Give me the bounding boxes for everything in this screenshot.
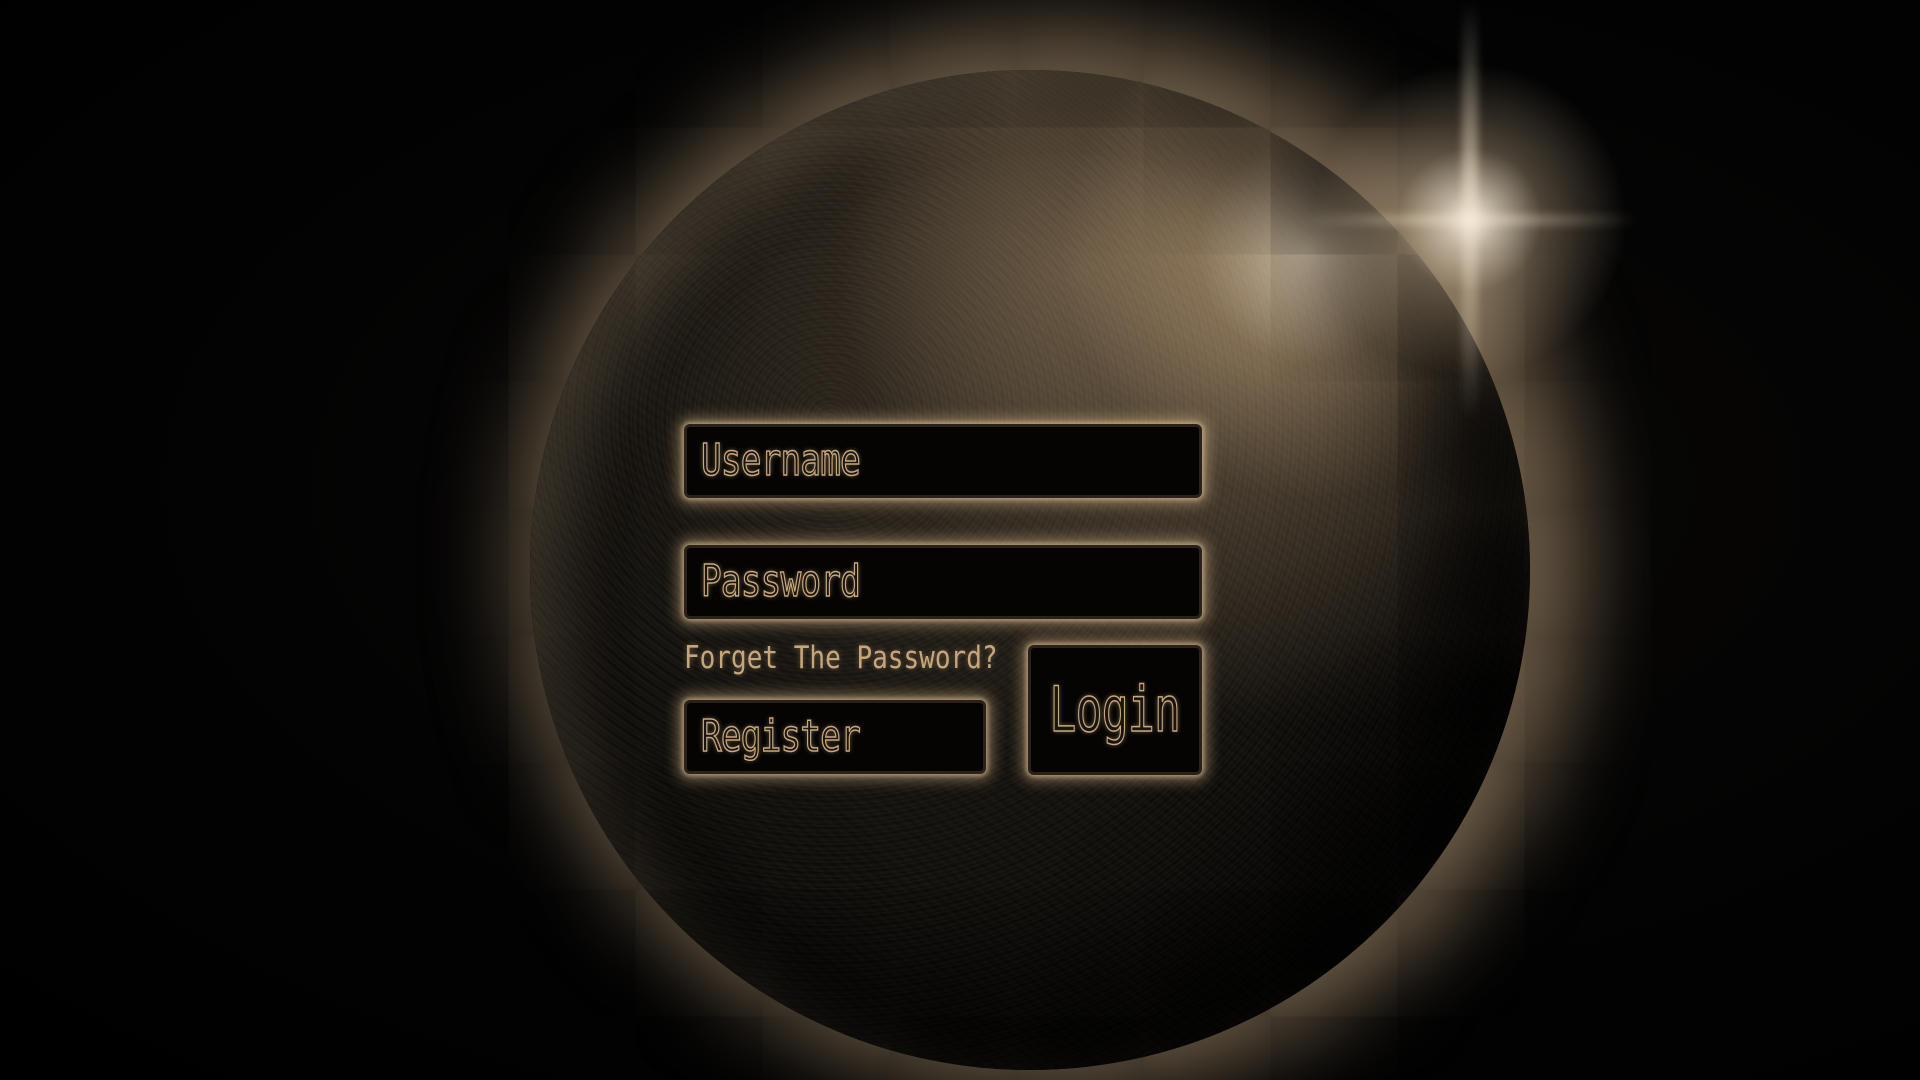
register-button[interactable]: Register bbox=[684, 700, 986, 774]
password-field[interactable]: Password bbox=[684, 545, 1202, 619]
login-button[interactable]: Login bbox=[1028, 645, 1202, 775]
flare-ray-horizontal bbox=[1300, 214, 1640, 226]
forgot-password-link[interactable]: Forget The Password? bbox=[684, 640, 998, 676]
username-field[interactable]: Username bbox=[684, 424, 1202, 498]
register-label: Register bbox=[700, 711, 861, 762]
login-screen: Username Password Forget The Password? R… bbox=[0, 0, 1920, 1080]
login-label: Login bbox=[1049, 673, 1182, 746]
password-placeholder: Password bbox=[700, 556, 861, 607]
flare-ray-vertical bbox=[1462, 0, 1478, 420]
username-placeholder: Username bbox=[700, 435, 861, 486]
